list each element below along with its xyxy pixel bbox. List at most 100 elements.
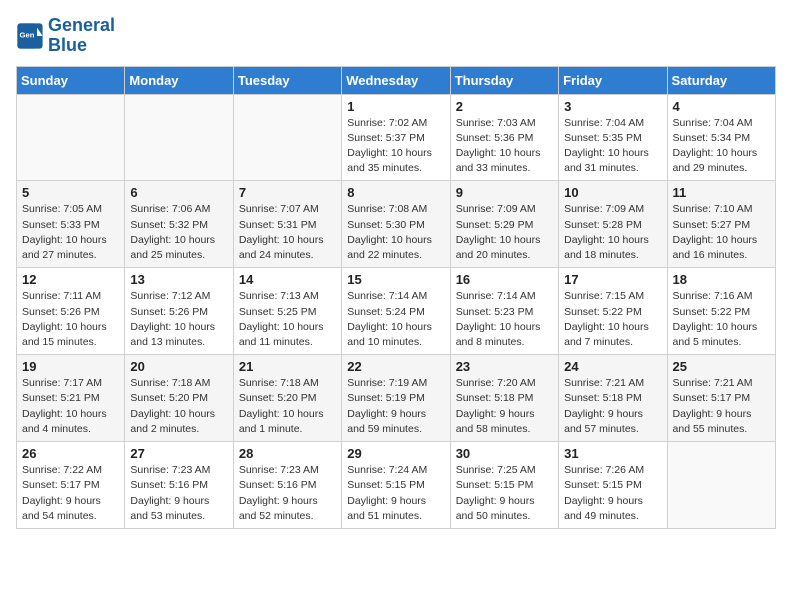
- logo-line1: General Blue: [48, 16, 115, 56]
- calendar-cell: 17 Sunrise: 7:15 AMSunset: 5:22 PMDayligh…: [559, 268, 667, 355]
- day-number: 17: [564, 272, 661, 287]
- day-number: 15: [347, 272, 444, 287]
- week-row-5: 26 Sunrise: 7:22 AMSunset: 5:17 PMDayligh…: [17, 442, 776, 529]
- day-number: 30: [456, 446, 553, 461]
- day-number: 9: [456, 185, 553, 200]
- day-number: 26: [22, 446, 119, 461]
- day-number: 3: [564, 99, 661, 114]
- day-info: Sunrise: 7:14 AMSunset: 5:23 PMDaylight:…: [456, 289, 553, 350]
- day-info: Sunrise: 7:10 AMSunset: 5:27 PMDaylight:…: [673, 202, 770, 263]
- day-info: Sunrise: 7:03 AMSunset: 5:36 PMDaylight:…: [456, 116, 553, 177]
- calendar-cell: 22 Sunrise: 7:19 AMSunset: 5:19 PMDayligh…: [342, 355, 450, 442]
- day-number: 12: [22, 272, 119, 287]
- calendar-cell: 8 Sunrise: 7:08 AMSunset: 5:30 PMDaylight…: [342, 181, 450, 268]
- calendar-cell: 26 Sunrise: 7:22 AMSunset: 5:17 PMDayligh…: [17, 442, 125, 529]
- day-info: Sunrise: 7:22 AMSunset: 5:17 PMDaylight:…: [22, 463, 119, 524]
- day-number: 27: [130, 446, 227, 461]
- day-number: 2: [456, 99, 553, 114]
- calendar-cell: 3Sunrise: 7:04 AMSunset: 5:35 PMDaylight…: [559, 94, 667, 181]
- day-header-thursday: Thursday: [450, 66, 558, 94]
- day-header-sunday: Sunday: [17, 66, 125, 94]
- day-info: Sunrise: 7:24 AMSunset: 5:15 PMDaylight:…: [347, 463, 444, 524]
- week-row-2: 5Sunrise: 7:05 AMSunset: 5:33 PMDaylight…: [17, 181, 776, 268]
- day-number: 8: [347, 185, 444, 200]
- day-number: 16: [456, 272, 553, 287]
- day-info: Sunrise: 7:21 AMSunset: 5:18 PMDaylight:…: [564, 376, 661, 437]
- logo-icon: Gen: [16, 22, 44, 50]
- day-header-tuesday: Tuesday: [233, 66, 341, 94]
- day-info: Sunrise: 7:14 AMSunset: 5:24 PMDaylight:…: [347, 289, 444, 350]
- calendar-cell: 25Sunrise: 7:21 AMSunset: 5:17 PMDayligh…: [667, 355, 775, 442]
- day-info: Sunrise: 7:08 AMSunset: 5:30 PMDaylight:…: [347, 202, 444, 263]
- day-number: 14: [239, 272, 336, 287]
- day-info: Sunrise: 7:16 AMSunset: 5:22 PMDaylight:…: [673, 289, 770, 350]
- day-number: 28: [239, 446, 336, 461]
- day-number: 5: [22, 185, 119, 200]
- day-number: 6: [130, 185, 227, 200]
- calendar-cell: 19Sunrise: 7:17 AMSunset: 5:21 PMDayligh…: [17, 355, 125, 442]
- calendar-cell: 30 Sunrise: 7:25 AMSunset: 5:15 PMDayligh…: [450, 442, 558, 529]
- day-info: Sunrise: 7:09 AMSunset: 5:28 PMDaylight:…: [564, 202, 661, 263]
- day-info: Sunrise: 7:15 AMSunset: 5:22 PMDaylight:…: [564, 289, 661, 350]
- calendar-cell: 10 Sunrise: 7:09 AMSunset: 5:28 PMDayligh…: [559, 181, 667, 268]
- calendar-cell: 27 Sunrise: 7:23 AMSunset: 5:16 PMDayligh…: [125, 442, 233, 529]
- calendar-cell: 14Sunrise: 7:13 AMSunset: 5:25 PMDayligh…: [233, 268, 341, 355]
- day-number: 25: [673, 359, 770, 374]
- day-number: 13: [130, 272, 227, 287]
- day-info: Sunrise: 7:12 AMSunset: 5:26 PMDaylight:…: [130, 289, 227, 350]
- calendar-cell: 24 Sunrise: 7:21 AMSunset: 5:18 PMDayligh…: [559, 355, 667, 442]
- day-number: 23: [456, 359, 553, 374]
- calendar-cell: 9 Sunrise: 7:09 AMSunset: 5:29 PMDaylight…: [450, 181, 558, 268]
- week-row-3: 12Sunrise: 7:11 AMSunset: 5:26 PMDayligh…: [17, 268, 776, 355]
- day-header-friday: Friday: [559, 66, 667, 94]
- calendar-cell: [233, 94, 341, 181]
- day-info: Sunrise: 7:23 AMSunset: 5:16 PMDaylight:…: [130, 463, 227, 524]
- day-number: 22: [347, 359, 444, 374]
- calendar-cell: 18 Sunrise: 7:16 AMSunset: 5:22 PMDayligh…: [667, 268, 775, 355]
- calendar-cell: 29 Sunrise: 7:24 AMSunset: 5:15 PMDayligh…: [342, 442, 450, 529]
- calendar-cell: 16 Sunrise: 7:14 AMSunset: 5:23 PMDayligh…: [450, 268, 558, 355]
- calendar-cell: 6 Sunrise: 7:06 AMSunset: 5:32 PMDaylight…: [125, 181, 233, 268]
- day-info: Sunrise: 7:18 AMSunset: 5:20 PMDaylight:…: [239, 376, 336, 437]
- day-info: Sunrise: 7:25 AMSunset: 5:15 PMDaylight:…: [456, 463, 553, 524]
- calendar-cell: [17, 94, 125, 181]
- calendar-cell: 12Sunrise: 7:11 AMSunset: 5:26 PMDayligh…: [17, 268, 125, 355]
- day-header-monday: Monday: [125, 66, 233, 94]
- day-number: 20: [130, 359, 227, 374]
- calendar-cell: 15 Sunrise: 7:14 AMSunset: 5:24 PMDayligh…: [342, 268, 450, 355]
- day-number: 10: [564, 185, 661, 200]
- header: Gen General Blue: [16, 16, 776, 56]
- day-info: Sunrise: 7:23 AMSunset: 5:16 PMDaylight:…: [239, 463, 336, 524]
- calendar-cell: 28 Sunrise: 7:23 AMSunset: 5:16 PMDayligh…: [233, 442, 341, 529]
- calendar-cell: 4 Sunrise: 7:04 AMSunset: 5:34 PMDaylight…: [667, 94, 775, 181]
- calendar-cell: 21Sunrise: 7:18 AMSunset: 5:20 PMDayligh…: [233, 355, 341, 442]
- week-row-4: 19Sunrise: 7:17 AMSunset: 5:21 PMDayligh…: [17, 355, 776, 442]
- day-info: Sunrise: 7:09 AMSunset: 5:29 PMDaylight:…: [456, 202, 553, 263]
- day-number: 29: [347, 446, 444, 461]
- calendar-cell: 1 Sunrise: 7:02 AMSunset: 5:37 PMDaylight…: [342, 94, 450, 181]
- calendar-cell: [125, 94, 233, 181]
- header-row: SundayMondayTuesdayWednesdayThursdayFrid…: [17, 66, 776, 94]
- calendar-cell: 13 Sunrise: 7:12 AMSunset: 5:26 PMDayligh…: [125, 268, 233, 355]
- day-info: Sunrise: 7:26 AMSunset: 5:15 PMDaylight:…: [564, 463, 661, 524]
- day-info: Sunrise: 7:02 AMSunset: 5:37 PMDaylight:…: [347, 116, 444, 177]
- calendar-cell: 23Sunrise: 7:20 AMSunset: 5:18 PMDayligh…: [450, 355, 558, 442]
- calendar-cell: 5Sunrise: 7:05 AMSunset: 5:33 PMDaylight…: [17, 181, 125, 268]
- day-info: Sunrise: 7:07 AMSunset: 5:31 PMDaylight:…: [239, 202, 336, 263]
- svg-text:Gen: Gen: [20, 30, 35, 39]
- day-number: 24: [564, 359, 661, 374]
- day-number: 4: [673, 99, 770, 114]
- day-header-saturday: Saturday: [667, 66, 775, 94]
- day-number: 18: [673, 272, 770, 287]
- day-info: Sunrise: 7:19 AMSunset: 5:19 PMDaylight:…: [347, 376, 444, 437]
- day-info: Sunrise: 7:18 AMSunset: 5:20 PMDaylight:…: [130, 376, 227, 437]
- day-number: 7: [239, 185, 336, 200]
- day-header-wednesday: Wednesday: [342, 66, 450, 94]
- calendar-cell: 11 Sunrise: 7:10 AMSunset: 5:27 PMDayligh…: [667, 181, 775, 268]
- day-info: Sunrise: 7:06 AMSunset: 5:32 PMDaylight:…: [130, 202, 227, 263]
- day-number: 11: [673, 185, 770, 200]
- day-number: 1: [347, 99, 444, 114]
- calendar-cell: 31 Sunrise: 7:26 AMSunset: 5:15 PMDayligh…: [559, 442, 667, 529]
- day-info: Sunrise: 7:04 AMSunset: 5:34 PMDaylight:…: [673, 116, 770, 177]
- day-number: 31: [564, 446, 661, 461]
